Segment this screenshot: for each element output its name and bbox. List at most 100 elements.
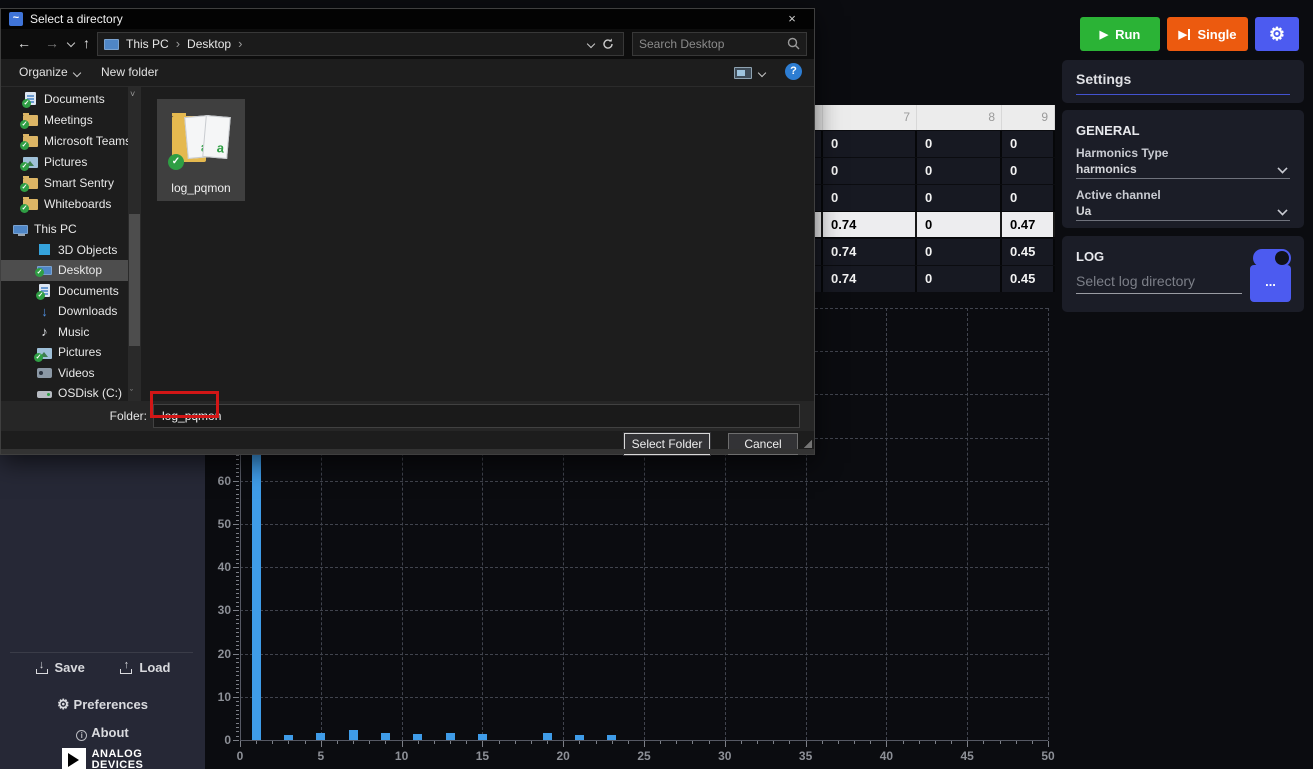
sidebar-item-3d-objects[interactable]: 3D Objects (1, 239, 128, 260)
sidebar-item-label: Documents (44, 92, 105, 106)
folder-icon (23, 115, 38, 126)
table-row[interactable]: 000 (815, 158, 1055, 184)
info-icon: i (76, 730, 87, 741)
file-tile-label: log_pqmon (157, 181, 245, 195)
preferences-button[interactable]: ⚙Preferences (0, 696, 205, 713)
sidebar-item-documents[interactable]: Documents (1, 280, 128, 301)
resize-grip[interactable] (804, 440, 812, 448)
chevron-down-icon[interactable] (1278, 162, 1288, 172)
sidebar-item-videos[interactable]: Videos (1, 362, 128, 383)
view-options-icon[interactable] (734, 67, 752, 79)
search-input[interactable] (639, 35, 779, 53)
save-button[interactable]: ↓ Save (35, 660, 85, 675)
drive-icon (37, 391, 52, 398)
table-row-selected[interactable]: 0.7400.47 (815, 211, 1055, 238)
table-row[interactable]: 000 (815, 185, 1055, 211)
analog-devices-logo: ANALOGDEVICES (0, 748, 205, 769)
sidebar-item-label: Smart Sentry (44, 176, 114, 190)
single-button[interactable]: ▶ Single (1167, 17, 1248, 51)
scrollbar-thumb[interactable] (129, 214, 140, 346)
breadcrumb-item[interactable]: This PC (126, 37, 169, 51)
load-button[interactable]: ↑ Load (119, 660, 170, 675)
video-icon (37, 368, 52, 378)
y-axis-tick-label: 10 (205, 690, 231, 704)
dialog-body: DocumentsMeetingsMicrosoft TeamsPictures… (1, 87, 814, 401)
x-axis-tick-label: 0 (225, 749, 255, 763)
sidebar-scrollbar[interactable]: ˅ ˇ (128, 87, 141, 401)
harmonic-bar-23 (607, 735, 616, 740)
folder-icon (23, 199, 38, 210)
y-axis-tick-label: 50 (205, 517, 231, 531)
history-chevron-icon[interactable] (67, 40, 75, 48)
sidebar-item-osdisk-c-[interactable]: OSDisk (C:) (1, 383, 128, 402)
breadcrumb-item[interactable]: Desktop (187, 37, 231, 51)
scroll-up-icon[interactable]: ˅ (130, 90, 139, 99)
settings-gear-button[interactable]: ⚙ (1255, 17, 1299, 51)
sidebar-item-label: Whiteboards (44, 197, 111, 211)
harmonic-bar-5 (316, 733, 325, 740)
download-icon: ↓ (37, 305, 52, 318)
table-row[interactable]: 0.7400.45 (815, 266, 1055, 292)
forward-icon[interactable]: → (45, 35, 59, 51)
log-browse-button[interactable]: ... (1250, 265, 1291, 302)
sidebar-item-music[interactable]: ♪Music (1, 321, 128, 342)
app-wave-icon: ~ (9, 12, 23, 26)
about-button[interactable]: iAbout (0, 725, 205, 741)
sidebar-item-label: Meetings (44, 113, 93, 127)
address-chevron-icon[interactable] (587, 41, 595, 49)
harmonic-bar-11 (413, 734, 422, 740)
file-tile-log-pqmon[interactable]: ✓ log_pqmon (157, 99, 245, 201)
chevron-down-icon[interactable] (1278, 204, 1288, 214)
search-box[interactable] (632, 32, 807, 56)
select-directory-dialog: ~ Select a directory × ← → ↑ This PC›Des… (0, 8, 815, 455)
sidebar-item-this-pc[interactable]: This PC (1, 218, 128, 239)
x-axis-tick-label: 35 (791, 749, 821, 763)
harmonics-table: 7890000000000.7400.470.7400.450.7400.45 (815, 105, 1055, 292)
table-row[interactable]: 0.7400.45 (815, 239, 1055, 265)
y-axis-tick-label: 40 (205, 560, 231, 574)
x-axis-tick-label: 15 (467, 749, 497, 763)
harmonics-type-label: Harmonics Type (1076, 146, 1168, 160)
scroll-down-icon[interactable]: ˇ (130, 389, 139, 398)
help-icon[interactable]: ? (785, 63, 802, 80)
x-axis-tick-label: 45 (952, 749, 982, 763)
log-directory-input[interactable] (1076, 268, 1242, 294)
harmonics-type-dropdown[interactable]: harmonics (1076, 162, 1137, 176)
gear-icon: ⚙ (1269, 24, 1285, 45)
sidebar-item-pictures[interactable]: Pictures (1, 151, 128, 172)
active-channel-dropdown[interactable]: Ua (1076, 204, 1091, 218)
pictures-icon (37, 348, 52, 359)
sidebar-item-downloads[interactable]: ↓Downloads (1, 301, 128, 322)
view-chevron-icon[interactable] (758, 70, 766, 78)
sidebar-item-pictures[interactable]: Pictures (1, 342, 128, 363)
document-icon (25, 92, 36, 105)
up-icon[interactable]: ↑ (83, 35, 90, 51)
breadcrumb[interactable]: This PC›Desktop› (97, 32, 624, 56)
sidebar-item-whiteboards[interactable]: Whiteboards (1, 193, 128, 214)
music-icon: ♪ (37, 325, 52, 338)
sidebar-item-desktop[interactable]: Desktop (1, 260, 128, 281)
organize-chevron-icon[interactable] (73, 70, 81, 78)
settings-panel-header: Settings (1062, 60, 1304, 103)
run-button[interactable]: ▶ Run (1080, 17, 1160, 51)
folder-name-input[interactable] (153, 404, 800, 428)
dialog-bottom-strip (1, 449, 814, 454)
harmonic-bar-7 (349, 730, 358, 740)
new-folder-button[interactable]: New folder (101, 65, 158, 79)
dialog-sidebar: DocumentsMeetingsMicrosoft TeamsPictures… (1, 87, 128, 401)
table-row[interactable]: 000 (815, 131, 1055, 157)
dialog-titlebar[interactable]: ~ Select a directory × (1, 9, 814, 29)
sidebar-item-microsoft-teams[interactable]: Microsoft Teams (1, 130, 128, 151)
harmonic-bar-3 (284, 735, 293, 740)
sidebar-item-smart-sentry[interactable]: Smart Sentry (1, 172, 128, 193)
close-icon[interactable]: × (770, 9, 814, 29)
document-icon (39, 284, 50, 297)
organize-button[interactable]: Organize (19, 65, 68, 79)
sidebar-item-meetings[interactable]: Meetings (1, 109, 128, 130)
dialog-title: Select a directory (30, 12, 123, 26)
dialog-toolbar: Organize New folder ? (1, 59, 814, 87)
sidebar-item-documents[interactable]: Documents (1, 88, 128, 109)
back-icon[interactable]: ← (17, 35, 31, 51)
refresh-icon[interactable] (601, 37, 615, 51)
y-axis-tick-label: 20 (205, 647, 231, 661)
